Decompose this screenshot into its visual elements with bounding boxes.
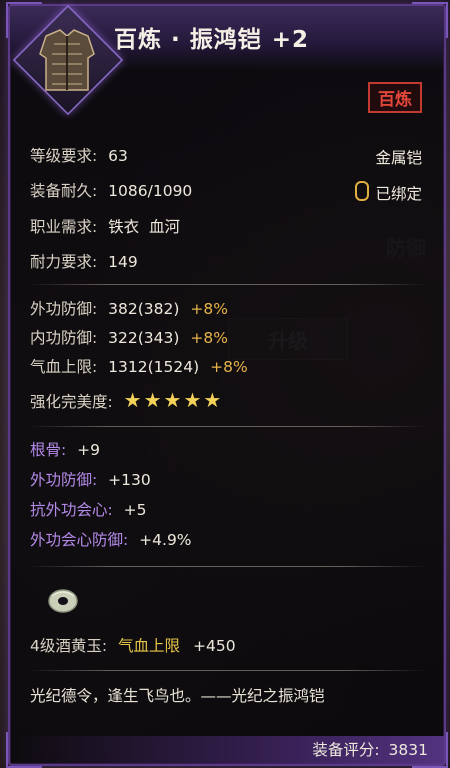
- durability-value: 1086/1090: [108, 182, 193, 200]
- base-stat-row: 内功防御: 322(343) +8%: [30, 328, 228, 348]
- durability-label: 装备耐久:: [30, 182, 98, 200]
- gem-value: +450: [192, 637, 236, 655]
- base-stat-row: 外功防御: 382(382) +8%: [30, 299, 228, 319]
- stat-bonus: +8%: [210, 358, 248, 376]
- item-name: 百炼 · 振鸿铠: [114, 27, 262, 53]
- score-label: 装备评分:: [312, 741, 380, 759]
- perfection-row: 强化完美度: ★ ★ ★ ★ ★: [30, 390, 221, 412]
- stamina-req-label: 耐力要求:: [30, 253, 98, 271]
- extra-stat-row: 根骨: +9: [30, 440, 100, 460]
- extra-stat-value: +5: [123, 501, 147, 519]
- stat-label: 内功防御:: [30, 329, 98, 347]
- divider: [28, 566, 426, 567]
- perfection-label: 强化完美度:: [30, 393, 113, 411]
- quality-badge: 百炼: [368, 82, 422, 113]
- jade-ring-icon: [48, 589, 78, 613]
- stat-label: 外功防御:: [30, 300, 98, 318]
- stat-value: 1312(1524): [108, 358, 200, 376]
- enhance-level: +2: [271, 27, 310, 53]
- divider: [28, 670, 426, 671]
- gem-stat: 气血上限: [118, 637, 181, 655]
- star-icon: ★: [123, 388, 142, 412]
- stat-label: 气血上限:: [30, 358, 98, 376]
- divider: [28, 426, 426, 427]
- extra-stat-label: 根骨:: [30, 441, 67, 459]
- star-icon: ★: [203, 388, 222, 412]
- gem-row: 4级酒黄玉: 气血上限 +450: [30, 636, 236, 656]
- perfection-stars: ★ ★ ★ ★ ★: [122, 390, 222, 411]
- flavor-text: 光纪德令，逢生飞鸟也。——光纪之振鸿铠: [30, 687, 325, 705]
- equip-type: 金属铠: [375, 149, 422, 167]
- gem-label: 4级酒黄玉:: [30, 637, 108, 655]
- req-level-value: 63: [108, 147, 128, 165]
- star-icon: ★: [183, 388, 202, 412]
- extra-stat-value: +4.9%: [139, 531, 192, 549]
- score-value: 3831: [388, 741, 428, 759]
- extra-stat-value: +130: [108, 471, 151, 489]
- stat-value: 382(382): [108, 300, 180, 318]
- star-icon: ★: [163, 388, 182, 412]
- extra-stat-row: 抗外功会心: +5: [30, 500, 147, 520]
- armor-icon: [39, 29, 95, 91]
- stamina-req-row: 耐力要求: 149: [30, 252, 138, 272]
- star-icon: ★: [143, 388, 162, 412]
- req-level-row: 等级要求: 63: [30, 146, 128, 166]
- durability-row: 装备耐久: 1086/1090: [30, 181, 192, 201]
- stamina-req-value: 149: [108, 253, 138, 271]
- class-req-row: 职业需求: 铁衣 血河: [30, 217, 180, 237]
- bind-status-label: 已绑定: [375, 185, 422, 203]
- stat-bonus: +8%: [190, 329, 228, 347]
- stat-value: 322(343): [108, 329, 180, 347]
- lock-icon: [355, 181, 370, 201]
- extra-stat-label: 外功防御:: [30, 471, 98, 489]
- base-stat-row: 气血上限: 1312(1524) +8%: [30, 357, 248, 377]
- item-tooltip-panel: 百炼 · 振鸿铠 +2 百炼 等级要求: 63 金属铠 装备耐久: 1086/10…: [6, 2, 448, 768]
- extra-stat-row: 外功防御: +130: [30, 470, 151, 490]
- extra-stat-row: 外功会心防御: +4.9%: [30, 530, 192, 550]
- extra-stat-value: +9: [77, 441, 101, 459]
- bind-status: 已绑定: [355, 181, 422, 204]
- extra-stat-label: 外功会心防御:: [30, 531, 129, 549]
- item-title: 百炼 · 振鸿铠 +2: [114, 20, 434, 54]
- class-req-label: 职业需求:: [30, 218, 98, 236]
- class-req-value: 铁衣 血河: [108, 218, 181, 236]
- req-level-label: 等级要求:: [30, 147, 98, 165]
- equip-score: 装备评分: 3831: [312, 738, 428, 760]
- divider: [28, 284, 426, 285]
- extra-stat-label: 抗外功会心:: [30, 501, 113, 519]
- stat-bonus: +8%: [190, 300, 228, 318]
